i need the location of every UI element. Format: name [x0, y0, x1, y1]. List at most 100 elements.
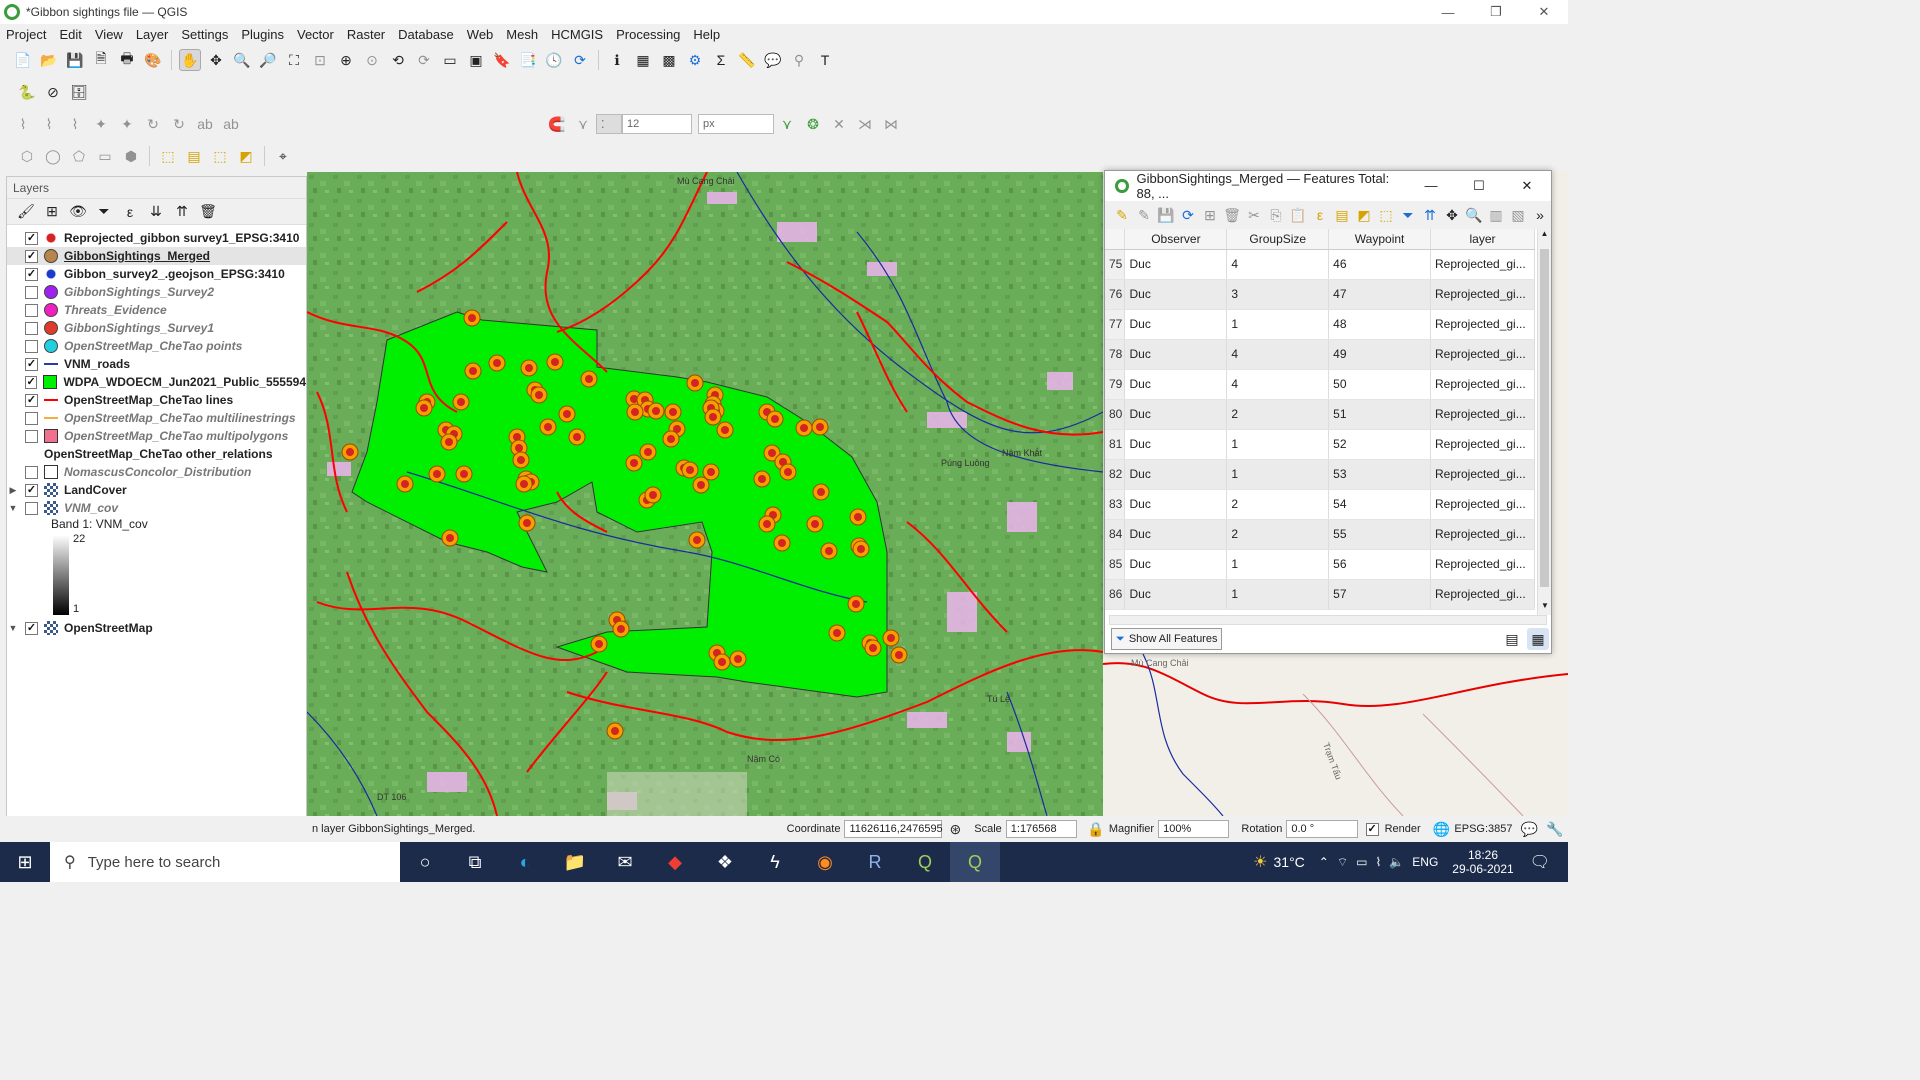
- scroll-thumb[interactable]: [1540, 249, 1549, 587]
- clock[interactable]: 18:26 29-06-2021: [1452, 848, 1513, 876]
- table-row[interactable]: 86 Duc 1 57 Reprojected_gi...: [1105, 579, 1535, 610]
- print-layout-icon[interactable]: 🖶: [116, 49, 138, 71]
- invert-selection-icon[interactable]: ◩: [1355, 204, 1373, 226]
- select-all-icon[interactable]: ▤: [1333, 204, 1351, 226]
- menu-edit[interactable]: Edit: [59, 27, 81, 42]
- table-view-icon[interactable]: ▦: [1527, 628, 1549, 650]
- pan-hand-icon[interactable]: ✋: [179, 49, 201, 71]
- layer-checkbox[interactable]: ✓: [24, 375, 38, 389]
- self-snap-icon[interactable]: ⋊: [854, 113, 876, 135]
- new-project-icon[interactable]: 📄: [12, 49, 34, 71]
- show-bookmarks-icon[interactable]: 📑: [517, 49, 539, 71]
- layer-checkbox[interactable]: [25, 303, 38, 317]
- tray-chevron-icon[interactable]: ⌃: [1319, 855, 1329, 869]
- rotation-field[interactable]: 0.0 °: [1286, 820, 1358, 838]
- style-layer-icon[interactable]: 🖌: [15, 201, 37, 223]
- plugin-globe-icon[interactable]: ⊘: [42, 81, 64, 103]
- cell-layer[interactable]: Reprojected_gi...: [1430, 579, 1535, 610]
- delete-field-icon[interactable]: ▧: [1509, 204, 1527, 226]
- cell-layer[interactable]: Reprojected_gi...: [1430, 309, 1535, 340]
- add-circle-icon[interactable]: ◯: [42, 145, 64, 167]
- layer-checkbox[interactable]: [25, 339, 38, 353]
- dialog-minimize-button[interactable]: —: [1407, 178, 1455, 194]
- map-tips-icon[interactable]: 💬: [762, 49, 784, 71]
- messages-icon[interactable]: 💬: [1518, 818, 1540, 840]
- cell-observer[interactable]: Duc: [1124, 279, 1228, 310]
- snap-tolerance-field[interactable]: 12: [622, 114, 692, 134]
- table-row[interactable]: 80 Duc 2 51 Reprojected_gi...: [1105, 399, 1535, 430]
- plugin-status-icon[interactable]: 🔧: [1544, 818, 1566, 840]
- zoom-next-icon[interactable]: ⟳: [413, 49, 435, 71]
- row-number[interactable]: 85: [1105, 549, 1126, 580]
- trace-icon[interactable]: ❂: [802, 113, 824, 135]
- db-manager-icon[interactable]: 🗄: [68, 81, 90, 103]
- qgis-taskbar-icon[interactable]: Q: [900, 842, 950, 882]
- cell-layer[interactable]: Reprojected_gi...: [1430, 519, 1535, 550]
- taskbar-search[interactable]: ⚲ Type here to search: [50, 842, 400, 882]
- dialog-maximize-button[interactable]: ☐: [1455, 178, 1503, 194]
- table-row[interactable]: 79 Duc 4 50 Reprojected_gi...: [1105, 369, 1535, 400]
- cell-layer[interactable]: Reprojected_gi...: [1430, 279, 1535, 310]
- statistics-sum-icon[interactable]: Σ: [710, 49, 732, 71]
- toolbox-icon[interactable]: ⚙: [684, 49, 706, 71]
- expand-arrow-icon[interactable]: ▼: [7, 503, 19, 513]
- cell-waypoint[interactable]: 47: [1328, 279, 1431, 310]
- cell-groupsize[interactable]: 2: [1226, 489, 1330, 520]
- add-shape-icon[interactable]: ⬠: [68, 145, 90, 167]
- volume-icon[interactable]: 🔈: [1389, 855, 1404, 869]
- table-row[interactable]: 77 Duc 1 48 Reprojected_gi...: [1105, 309, 1535, 340]
- move-selection-top-icon[interactable]: ⇈: [1421, 204, 1439, 226]
- expand-all-icon[interactable]: ⇊: [145, 201, 167, 223]
- qgis-taskbar-active-icon[interactable]: Q: [950, 842, 1000, 882]
- filter-select-icon[interactable]: ⏷: [1399, 204, 1417, 226]
- menu-processing[interactable]: Processing: [616, 27, 680, 42]
- minimize-button[interactable]: —: [1424, 0, 1472, 24]
- cell-observer[interactable]: Duc: [1124, 369, 1228, 400]
- collapse-arrow-icon[interactable]: ▼: [7, 623, 19, 633]
- cut-icon[interactable]: ✂: [1245, 204, 1263, 226]
- field-calculator-icon[interactable]: ▩: [658, 49, 680, 71]
- weather-icon[interactable]: ☀: [1253, 852, 1267, 872]
- show-all-features-button[interactable]: ⏷ Show All Features: [1111, 628, 1223, 650]
- zoom-to-selection-icon[interactable]: 🔍: [1465, 204, 1483, 226]
- file-explorer-icon[interactable]: 📁: [550, 842, 600, 882]
- row-number[interactable]: 75: [1105, 249, 1126, 280]
- layer-item[interactable]: GibbonSightings_Survey2: [7, 283, 306, 301]
- cell-waypoint[interactable]: 49: [1328, 339, 1431, 370]
- cell-layer[interactable]: Reprojected_gi...: [1430, 339, 1535, 370]
- topology-icon[interactable]: ⋎: [776, 113, 798, 135]
- table-row[interactable]: 81 Duc 1 52 Reprojected_gi...: [1105, 429, 1535, 460]
- row-number[interactable]: 84: [1105, 519, 1126, 550]
- cortana-icon[interactable]: ○: [400, 842, 450, 882]
- rotate-icon[interactable]: ↻: [142, 113, 164, 135]
- zoom-selection-icon[interactable]: ⊡: [309, 49, 331, 71]
- layer-checkbox[interactable]: [25, 465, 38, 479]
- digitize-icon[interactable]: ⌇: [38, 113, 60, 135]
- new-map-view-icon[interactable]: ▭: [439, 49, 461, 71]
- cell-groupsize[interactable]: 1: [1226, 459, 1330, 490]
- dropbox-icon[interactable]: ❖: [700, 842, 750, 882]
- cell-groupsize[interactable]: 1: [1226, 579, 1330, 610]
- select-by-value-icon[interactable]: ▤: [183, 145, 205, 167]
- menu-settings[interactable]: Settings: [181, 27, 228, 42]
- layer-item-openstreetmap[interactable]: ▼ ✓ OpenStreetMap: [7, 619, 306, 637]
- cell-layer[interactable]: Reprojected_gi...: [1430, 459, 1535, 490]
- cell-groupsize[interactable]: 4: [1226, 369, 1330, 400]
- mail-icon[interactable]: ✉: [600, 842, 650, 882]
- pen-app-icon[interactable]: ϟ: [750, 842, 800, 882]
- column-header-observer[interactable]: Observer: [1124, 229, 1228, 250]
- menu-help[interactable]: Help: [693, 27, 720, 42]
- cell-waypoint[interactable]: 46: [1328, 249, 1431, 280]
- map-canvas[interactable]: Mù Cang Chải Púng Luông Nậm Khắt Nậm Có …: [307, 172, 1103, 816]
- pan-to-selection-icon[interactable]: ✥: [1443, 204, 1461, 226]
- cell-groupsize[interactable]: 1: [1226, 429, 1330, 460]
- layer-checkbox[interactable]: [25, 285, 38, 299]
- row-number[interactable]: 81: [1105, 429, 1126, 460]
- vertical-scrollbar[interactable]: ▲ ▼: [1537, 229, 1551, 615]
- cell-layer[interactable]: Reprojected_gi...: [1430, 429, 1535, 460]
- table-row[interactable]: 76 Duc 3 47 Reprojected_gi...: [1105, 279, 1535, 310]
- table-row[interactable]: 85 Duc 1 56 Reprojected_gi...: [1105, 549, 1535, 580]
- dialog-close-button[interactable]: ✕: [1503, 178, 1551, 194]
- cell-waypoint[interactable]: 53: [1328, 459, 1431, 490]
- text-annotation-icon[interactable]: T: [814, 49, 836, 71]
